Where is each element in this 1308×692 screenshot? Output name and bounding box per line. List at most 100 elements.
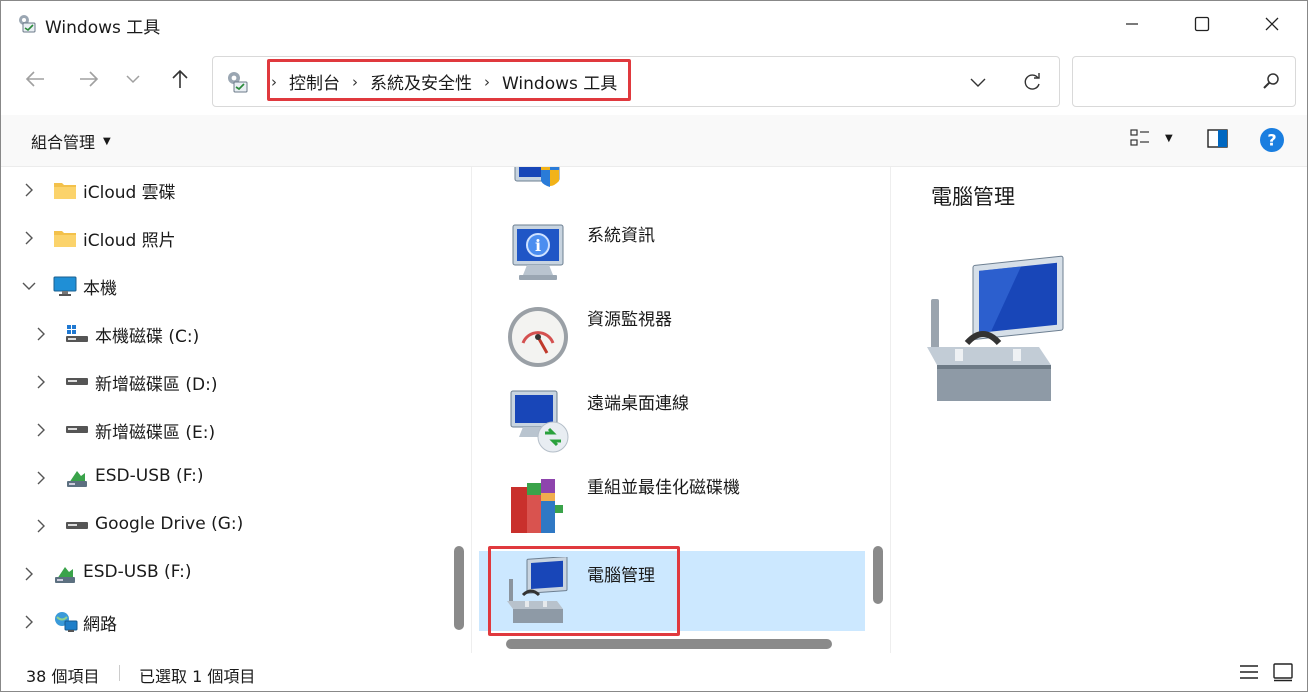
chevron-down-icon <box>22 282 36 290</box>
arrow-right-icon <box>80 71 99 87</box>
network-icon <box>55 612 78 632</box>
selected-count: 已選取 1 個項目 <box>139 667 256 686</box>
remote-desktop-icon <box>510 390 569 453</box>
chevron-right-icon <box>37 423 45 437</box>
file-item-label: 系統資訊 <box>587 226 655 246</box>
tree-item-label: ESD-USB (F:) <box>95 466 204 486</box>
view-options-button[interactable]: ▼ <box>1129 127 1173 149</box>
tree-item-label: 新增磁碟區 (E:) <box>95 423 216 443</box>
close-icon <box>1265 17 1279 31</box>
tree-item-label: Google Drive (G:) <box>95 514 244 534</box>
file-item-computer-management[interactable]: 電腦管理 <box>479 551 865 631</box>
folder-icon <box>54 231 76 247</box>
minimize-icon <box>1126 23 1138 25</box>
status-bar: 38 個項目 已選取 1 個項目 <box>1 653 1307 691</box>
pane-divider <box>471 167 472 653</box>
file-item-system-info[interactable]: i 系統資訊 <box>479 211 865 291</box>
caret-down-icon: ▼ <box>1165 132 1173 144</box>
breadcrumb-system-security[interactable]: 系統及安全性 <box>370 69 472 94</box>
refresh-button[interactable] <box>1019 69 1045 95</box>
file-item-label: 電腦管理 <box>587 566 655 586</box>
view-layout-icon <box>1130 129 1149 146</box>
maximize-icon <box>1194 16 1210 32</box>
file-list-vertical-scrollbar[interactable] <box>873 546 883 604</box>
usb-drive-icon <box>55 567 75 583</box>
breadcrumb-control-panel[interactable]: 控制台 <box>289 69 340 94</box>
svg-text:i: i <box>535 236 541 255</box>
explorer-window: Windows 工具 › 控制台 › 系統及安全性 › Windows 工具 組… <box>0 0 1308 692</box>
folder-icon <box>54 183 76 199</box>
up-button[interactable] <box>162 61 198 97</box>
tree-item-label: 本機 <box>83 279 117 299</box>
control-panel-icon <box>19 15 36 33</box>
svg-text:?: ? <box>1267 131 1276 150</box>
drive-icon <box>66 522 88 529</box>
navigation-pane-scrollbar[interactable] <box>454 546 464 630</box>
chevron-right-icon <box>37 471 45 485</box>
breadcrumb-separator: › <box>352 72 358 91</box>
file-list-pane: i 系統資訊 資源監視器 遠端桌面連線 重組並最佳化磁碟機 電腦管理 <box>479 167 865 653</box>
back-button[interactable] <box>17 61 53 97</box>
breadcrumb-windows-tools[interactable]: Windows 工具 <box>502 69 617 94</box>
forward-button[interactable] <box>71 61 107 97</box>
preview-title: 電腦管理 <box>931 185 1015 209</box>
status-separator <box>119 665 120 681</box>
usb-drive-icon <box>67 471 87 487</box>
preview-pane-button[interactable] <box>1206 128 1230 150</box>
file-item-security[interactable] <box>479 167 865 207</box>
windows-drive-icon <box>66 325 88 342</box>
help-icon: ? <box>1260 128 1284 152</box>
chevron-right-icon <box>37 375 45 389</box>
minimize-button[interactable] <box>1097 1 1167 47</box>
system-info-icon: i <box>512 224 564 280</box>
item-count: 38 個項目 <box>26 667 100 686</box>
chevron-right-icon <box>25 567 33 581</box>
file-item-label: 重組並最佳化磁碟機 <box>587 478 740 498</box>
arrow-left-icon <box>25 71 44 87</box>
maximize-button[interactable] <box>1167 1 1237 47</box>
recent-locations-button[interactable] <box>115 61 151 97</box>
caret-down-icon: ▼ <box>103 135 111 147</box>
file-list-horizontal-scrollbar[interactable] <box>506 639 832 649</box>
help-button[interactable]: ? <box>1259 127 1285 153</box>
file-item-defrag[interactable]: 重組並最佳化磁碟機 <box>479 463 865 543</box>
preview-pane: 電腦管理 <box>891 167 1307 653</box>
tree-item-label: iCloud 雲碟 <box>83 183 176 203</box>
file-item-label: 遠端桌面連線 <box>587 394 689 414</box>
preview-pane-icon <box>1207 129 1228 148</box>
defrag-icon <box>511 479 563 533</box>
large-icons-view-icon <box>1273 663 1293 682</box>
details-view-button[interactable] <box>1239 663 1259 685</box>
tree-item-label: iCloud 照片 <box>83 231 176 251</box>
organize-label: 組合管理 <box>31 133 96 152</box>
breadcrumb-separator: › <box>271 72 277 91</box>
chevron-right-icon <box>37 327 45 341</box>
chevron-down-icon <box>970 78 986 87</box>
drive-icon <box>66 378 88 385</box>
computer-management-icon <box>507 557 568 623</box>
details-view-icon <box>1240 665 1258 679</box>
file-item-resource-monitor[interactable]: 資源監視器 <box>479 295 865 375</box>
navigation-bar: › 控制台 › 系統及安全性 › Windows 工具 <box>1 47 1307 115</box>
address-bar[interactable]: › 控制台 › 系統及安全性 › Windows 工具 <box>212 56 1060 107</box>
computer-icon <box>53 276 77 296</box>
close-button[interactable] <box>1237 1 1307 47</box>
resource-monitor-icon <box>508 307 568 367</box>
chevron-right-icon <box>37 519 45 533</box>
breadcrumb: › 控制台 › 系統及安全性 › Windows 工具 <box>271 57 617 106</box>
search-box[interactable] <box>1072 56 1296 107</box>
large-icons-view-button[interactable] <box>1272 662 1294 686</box>
search-icon <box>1263 73 1279 89</box>
command-bar: 組合管理 ▼ ▼ ? <box>1 115 1307 167</box>
navigation-pane: iCloud 雲碟 iCloud 照片 本機 本機磁碟 (C:) 新增磁碟區 (… <box>1 167 448 653</box>
chevron-right-icon <box>25 183 33 197</box>
title-bar: Windows 工具 <box>1 1 1307 47</box>
control-panel-icon <box>228 72 248 93</box>
search-input[interactable] <box>1083 67 1247 95</box>
organize-menu-button[interactable]: 組合管理 ▼ <box>31 129 111 153</box>
tree-item-label: 本機磁碟 (C:) <box>95 327 200 347</box>
drive-icon <box>66 426 88 433</box>
file-item-remote-desktop[interactable]: 遠端桌面連線 <box>479 379 865 459</box>
file-item-label: 資源監視器 <box>587 310 672 330</box>
address-history-button[interactable] <box>965 69 991 95</box>
